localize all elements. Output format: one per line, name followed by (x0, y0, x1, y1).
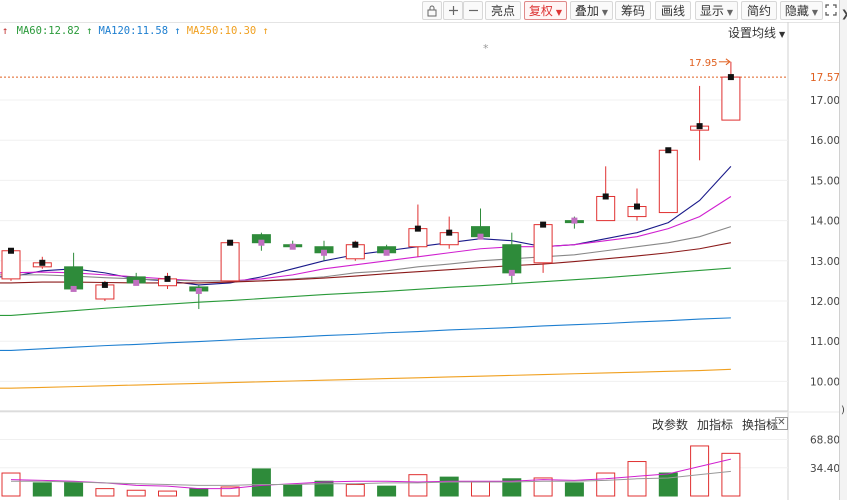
volume-bar (1, 472, 21, 497)
candle-body (658, 149, 678, 214)
volume-bar (189, 488, 209, 497)
resize-handle-icon[interactable]: ) (841, 405, 845, 416)
volume-bar (596, 472, 616, 497)
close-marker (164, 275, 171, 282)
price-tick-label: 13.00 (810, 256, 840, 268)
close-marker (258, 239, 265, 246)
price-tick-label: 10.00 (810, 376, 840, 388)
candle-body (596, 195, 616, 222)
volume-bar (345, 484, 365, 497)
close-marker (289, 243, 296, 250)
close-marker (508, 269, 515, 276)
volume-bar (690, 445, 710, 497)
high-price-label: 17.95 (689, 58, 718, 69)
volume-ma-line (10, 458, 732, 490)
candle-body (220, 242, 240, 282)
candle-body (64, 266, 84, 290)
volume-bar (126, 489, 146, 497)
asterisk-icon: * (483, 42, 489, 55)
candle-body (721, 76, 741, 121)
volume-toolbar: 改参数 加指标 换指标 (652, 416, 787, 433)
price-tick-label: 12.00 (810, 296, 840, 308)
close-marker (352, 241, 359, 248)
close-marker (477, 233, 484, 240)
volume-bar (32, 482, 52, 497)
volume-bar (251, 468, 271, 497)
current-price-label: 17.57 (810, 72, 840, 84)
volume-bar (439, 476, 459, 497)
volume-bar (721, 452, 741, 497)
ma-line-ma250 (0, 368, 731, 389)
collapse-icon[interactable]: ❯ (841, 9, 847, 20)
right-edge-panel: ❯ ) (839, 0, 847, 500)
close-marker (321, 249, 327, 256)
close-marker (8, 247, 14, 254)
volume-bar (283, 484, 303, 497)
close-marker (446, 229, 453, 236)
volume-tick-label: 68.80 (810, 435, 840, 447)
change-indicator-button[interactable]: 换指标 (742, 418, 778, 432)
volume-bar (377, 485, 397, 497)
volume-bar (471, 481, 490, 497)
candle-body (502, 244, 522, 274)
price-tick-label: 11.00 (810, 336, 840, 348)
close-marker (602, 193, 609, 200)
volume-bar (95, 488, 115, 497)
price-tick-label: 14.00 (810, 216, 840, 228)
ma-line-ma120 (0, 317, 731, 351)
volume-ma-line (11, 470, 731, 486)
close-icon[interactable]: ✕ (775, 417, 788, 430)
volume-bar (533, 477, 553, 497)
close-marker (665, 147, 672, 154)
close-marker (634, 203, 640, 210)
ma-line-ma10 (0, 196, 732, 282)
close-marker (39, 259, 46, 266)
close-marker (696, 123, 703, 130)
price-tick-label: 17.00 (810, 95, 840, 107)
close-marker (571, 217, 578, 224)
volume-bar (564, 482, 584, 497)
ma-line-ma5 (0, 165, 732, 286)
volume-bar (158, 490, 177, 497)
candle-body (1, 250, 21, 280)
close-marker (227, 239, 234, 246)
price-tick-label: 16.00 (810, 135, 840, 147)
modify-params-button[interactable]: 改参数 (652, 418, 688, 432)
close-marker (727, 74, 734, 81)
close-marker (414, 225, 421, 232)
volume-bar (658, 472, 678, 497)
volume-bar (64, 481, 84, 497)
candle-body (533, 224, 553, 264)
close-marker (383, 249, 390, 256)
price-tick-label: 15.00 (810, 175, 840, 187)
add-indicator-button[interactable]: 加指标 (697, 418, 733, 432)
volume-bar (408, 474, 428, 497)
close-marker (195, 287, 202, 294)
close-marker (540, 221, 547, 228)
volume-tick-label: 34.40 (810, 463, 840, 475)
close-marker (101, 281, 108, 288)
close-marker (133, 279, 140, 286)
close-marker (70, 285, 77, 292)
